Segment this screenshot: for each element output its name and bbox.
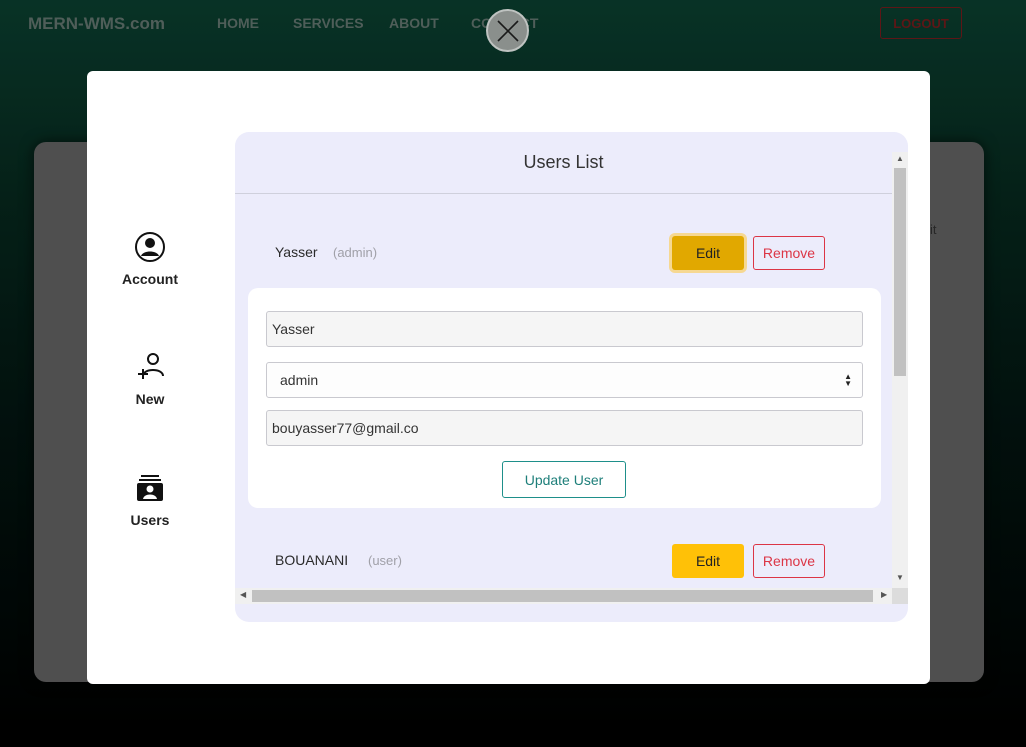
select-arrows-icon: ▲ ▼ bbox=[844, 372, 852, 388]
user-row: BOUANANI (user) Edit Remove bbox=[235, 542, 892, 582]
sidebar-label-new: New bbox=[135, 391, 165, 407]
close-icon bbox=[496, 19, 519, 42]
edit-user-form: Yasser admin ▲ ▼ bouyasser77@gmail.co Upd… bbox=[248, 288, 881, 508]
sidebar-item-account[interactable]: Account bbox=[107, 231, 193, 287]
scroll-up-arrow-icon[interactable]: ▲ bbox=[896, 154, 904, 163]
sidebar-item-users[interactable]: Users bbox=[107, 472, 193, 528]
user-management-modal: Account New Users Users List Yasser (adm… bbox=[87, 71, 930, 684]
horizontal-scrollbar[interactable]: ◀ ▶ bbox=[235, 588, 892, 604]
vertical-scrollbar[interactable]: ▲ ▼ bbox=[892, 152, 908, 588]
scroll-down-arrow-icon[interactable]: ▼ bbox=[896, 573, 904, 582]
sidebar-item-new[interactable]: New bbox=[107, 351, 193, 407]
role-select-value: admin bbox=[280, 372, 319, 388]
horizontal-scroll-thumb[interactable] bbox=[252, 590, 873, 602]
scrollbar-corner bbox=[892, 588, 908, 604]
edit-user-button[interactable]: Edit bbox=[672, 544, 744, 578]
user-row: Yasser (admin) Edit Remove bbox=[235, 234, 892, 274]
remove-user-button[interactable]: Remove bbox=[753, 236, 825, 270]
sidebar-label-account: Account bbox=[122, 271, 178, 287]
sidebar-label-users: Users bbox=[130, 512, 170, 528]
user-role: (admin) bbox=[333, 245, 378, 260]
account-circle-icon bbox=[134, 231, 166, 263]
scroll-left-arrow-icon[interactable]: ◀ bbox=[240, 590, 246, 599]
email-field[interactable]: bouyasser77@gmail.co bbox=[266, 410, 863, 446]
name-field[interactable]: Yasser bbox=[266, 311, 863, 347]
users-card-icon bbox=[134, 472, 166, 504]
user-name: Yasser bbox=[275, 244, 318, 260]
modal-close-button[interactable] bbox=[486, 9, 529, 52]
user-name: BOUANANI bbox=[275, 552, 349, 568]
remove-user-button[interactable]: Remove bbox=[753, 544, 825, 578]
vertical-scroll-thumb[interactable] bbox=[894, 168, 906, 376]
user-role: (user) bbox=[368, 553, 402, 568]
add-user-icon bbox=[134, 351, 166, 383]
edit-user-button[interactable]: Edit bbox=[672, 236, 744, 270]
scroll-right-arrow-icon[interactable]: ▶ bbox=[881, 590, 887, 599]
panel-title: Users List bbox=[235, 132, 892, 194]
users-list-panel: Users List Yasser (admin) Edit Remove Ya… bbox=[235, 132, 908, 622]
role-select[interactable]: admin ▲ ▼ bbox=[266, 362, 863, 398]
update-user-button[interactable]: Update User bbox=[502, 461, 626, 498]
